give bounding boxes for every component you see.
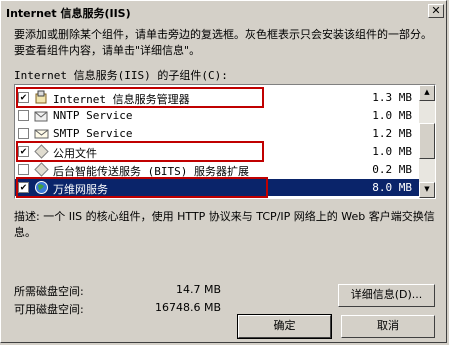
instructions-text: 要添加或删除某个组件，请单击旁边的复选框。灰色框表示只会安装该组件的一部分。要查… <box>14 28 432 57</box>
title-bar: Internet 信息服务(IIS) ✕ <box>3 3 446 21</box>
component-size: 1.0 MB <box>372 145 412 158</box>
highlight-box <box>16 141 264 162</box>
subcomponents-list[interactable]: ✔ Internet 信息服务管理器 1.3 MB NNTP Service 1… <box>14 84 436 199</box>
available-space-value: 16748.6 MB <box>154 301 221 314</box>
close-icon: ✕ <box>431 4 441 17</box>
subcomponents-label: Internet 信息服务(IIS) 的子组件(C): <box>14 69 228 82</box>
checkbox[interactable] <box>18 128 29 139</box>
scroll-down-button[interactable]: ▼ <box>419 182 435 198</box>
component-size: 1.0 MB <box>372 109 412 122</box>
iis-dialog: Internet 信息服务(IIS) ✕ 要添加或删除某个组件，请单击旁边的复选… <box>0 0 447 343</box>
required-space-label: 所需磁盘空间: <box>14 285 84 298</box>
component-size: 0.2 MB <box>372 163 412 176</box>
list-item[interactable]: SMTP Service 1.2 MB <box>15 125 420 142</box>
component-size: 1.3 MB <box>372 91 412 104</box>
bits-icon <box>34 162 49 177</box>
component-name: NNTP Service <box>53 109 133 122</box>
component-description: 描述: 一个 IIS 的核心组件，使用 HTTP 协议来与 TCP/IP 网络上… <box>14 210 435 239</box>
cancel-button[interactable]: 取消 <box>341 315 435 338</box>
highlight-box <box>16 177 268 198</box>
component-name: SMTP Service <box>53 127 133 140</box>
available-space-label: 可用磁盘空间: <box>14 303 84 316</box>
checkbox[interactable] <box>18 164 29 175</box>
list-item[interactable]: NNTP Service 1.0 MB <box>15 107 420 124</box>
smtp-icon <box>34 129 49 139</box>
component-size: 1.2 MB <box>372 127 412 140</box>
highlight-box <box>16 87 264 108</box>
list-item[interactable]: 后台智能传送服务 (BITS) 服务器扩展 0.2 MB <box>15 161 420 178</box>
component-size: 8.0 MB <box>372 181 412 194</box>
close-button[interactable]: ✕ <box>428 4 444 18</box>
checkbox[interactable] <box>18 110 29 121</box>
ok-button[interactable]: 确定 <box>237 314 332 339</box>
window-title: Internet 信息服务(IIS) <box>6 7 131 20</box>
required-space-value: 14.7 MB <box>175 283 221 296</box>
nntp-icon <box>34 111 48 122</box>
scroll-thumb[interactable] <box>419 123 435 159</box>
list-scrollbar[interactable]: ▲ ▼ <box>419 85 435 198</box>
details-button[interactable]: 详细信息(D)... <box>338 284 435 307</box>
scroll-up-button[interactable]: ▲ <box>419 85 435 101</box>
